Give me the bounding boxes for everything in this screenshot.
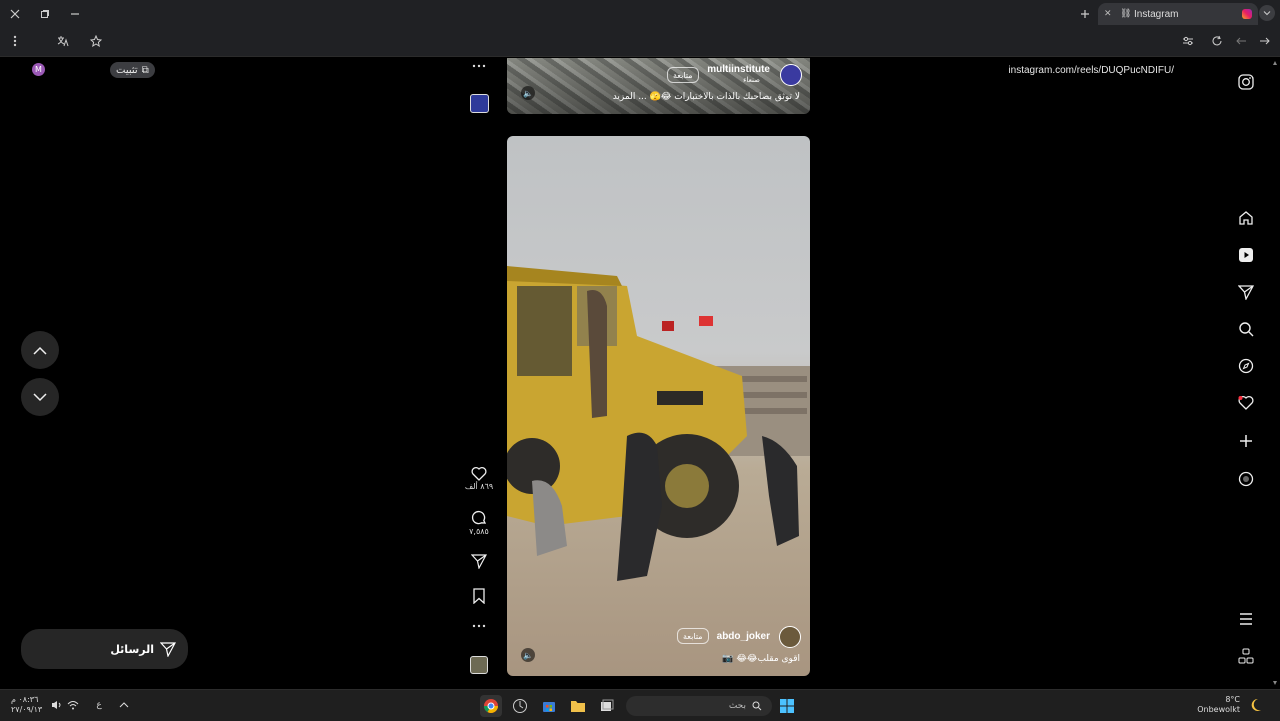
- send-icon: [160, 641, 176, 657]
- bookmark-icon: [473, 588, 485, 604]
- menu-dots-icon[interactable]: [8, 34, 22, 48]
- reel-previous-follow-button[interactable]: متابعة: [667, 67, 699, 83]
- reel-current-follow-button[interactable]: متابعة: [677, 628, 709, 644]
- weather-temperature: 8°C: [1225, 695, 1240, 704]
- more-options-button[interactable]: [464, 624, 494, 628]
- nav-explore-icon[interactable]: [1236, 356, 1256, 376]
- nav-reels-icon[interactable]: [1236, 245, 1256, 265]
- reel-current-caption[interactable]: اقوى مقلب😂😂 📷: [722, 654, 800, 664]
- share-button[interactable]: [464, 554, 494, 569]
- tab-search-chevron-icon[interactable]: [1259, 5, 1275, 21]
- reel-current[interactable]: abdo_joker متابعة اقوى مقلب😂😂 📷 🔈: [507, 136, 810, 676]
- instagram-favicon-icon: [1242, 9, 1252, 19]
- forward-arrow-icon[interactable]: [1258, 34, 1272, 48]
- page-scrollbar[interactable]: [1272, 58, 1278, 688]
- chevron-down-icon: [33, 392, 47, 401]
- translate-icon[interactable]: [56, 34, 70, 48]
- taskbar-file-explorer-icon[interactable]: [567, 695, 589, 717]
- comment-button[interactable]: ٧,٥٨٥: [464, 510, 494, 536]
- previous-reel-button[interactable]: [21, 331, 59, 369]
- reel-current-username[interactable]: abdo_joker: [717, 631, 770, 642]
- reel-previous[interactable]: multiinstitute صنعاء متابعة لا توثق بصاح…: [507, 58, 810, 114]
- minimize-window-icon[interactable]: [68, 7, 82, 21]
- search-icon: [752, 701, 762, 711]
- taskbar-store-icon[interactable]: [538, 695, 560, 717]
- profile-avatar[interactable]: M: [32, 63, 45, 76]
- taskbar-app-icon[interactable]: [509, 695, 531, 717]
- nav-profile-icon[interactable]: [1236, 469, 1256, 489]
- new-tab-icon[interactable]: [1078, 7, 1092, 21]
- taskbar-clock[interactable]: ٠٨:٣٦ م ٢٧/٠٩/١٣: [11, 695, 42, 715]
- restore-window-icon[interactable]: [38, 7, 52, 21]
- more-options-icon-previous[interactable]: [469, 60, 489, 72]
- tab-title: Instagram: [1134, 8, 1179, 20]
- taskbar-task-view-icon[interactable]: [596, 695, 618, 717]
- heart-icon: [471, 466, 487, 481]
- url-text[interactable]: instagram.com/reels/DUQPucNDIFU/: [1008, 65, 1174, 76]
- like-count: ٨٦٩ ألف: [464, 482, 494, 491]
- comment-count: ٧,٥٨٥: [469, 527, 489, 536]
- nav-more-menu-icon[interactable]: [1236, 609, 1256, 629]
- install-app-button[interactable]: تثبيت ⧉: [110, 62, 155, 78]
- install-icon: ⧉: [141, 64, 149, 76]
- volume-icon[interactable]: [51, 699, 63, 711]
- taskbar-search-box[interactable]: بحث: [626, 696, 772, 716]
- tab-instagram[interactable]: ✕ ⛓ Instagram: [1098, 3, 1258, 25]
- more-dots-icon: [472, 624, 486, 628]
- audio-thumbnail[interactable]: [464, 656, 494, 674]
- language-indicator[interactable]: ع: [93, 699, 105, 711]
- instagram-logo-icon[interactable]: [1236, 72, 1256, 92]
- reel-previous-avatar[interactable]: [780, 64, 802, 86]
- like-button[interactable]: ٨٦٩ ألف: [464, 466, 494, 491]
- back-arrow-icon[interactable]: [1234, 34, 1248, 48]
- comment-icon: [471, 510, 487, 525]
- clock-time: ٠٨:٣٦ م: [11, 695, 39, 704]
- browser-tab-bar: ✕ ⛓ Instagram: [0, 0, 1280, 28]
- moon-weather-icon: [1250, 697, 1266, 713]
- clock-date: ٢٧/٠٩/١٣: [11, 705, 43, 714]
- next-reel-button[interactable]: [21, 378, 59, 416]
- taskbar-search-placeholder: بحث: [728, 701, 746, 711]
- nav-create-icon[interactable]: [1236, 431, 1256, 451]
- close-window-icon[interactable]: [8, 7, 22, 21]
- messages-button[interactable]: الرسائل: [21, 629, 188, 669]
- nav-home-icon[interactable]: [1236, 208, 1256, 228]
- nav-messages-icon[interactable]: [1236, 282, 1256, 302]
- reel-video-frame: [507, 266, 810, 581]
- wifi-icon[interactable]: [67, 699, 79, 711]
- weather-condition: Onbewolkt: [1197, 705, 1240, 714]
- nav-also-from-meta-icon[interactable]: [1236, 646, 1256, 666]
- windows-start-icon[interactable]: [776, 695, 798, 717]
- tab-close-icon[interactable]: ✕: [1104, 9, 1116, 19]
- reel-current-mute-icon[interactable]: 🔈: [521, 648, 535, 662]
- save-button[interactable]: [464, 588, 494, 604]
- taskbar-weather[interactable]: 8°C Onbewolkt: [1197, 695, 1240, 715]
- reel-previous-mute-icon[interactable]: 🔈: [521, 86, 535, 100]
- reel-current-avatar[interactable]: [779, 626, 801, 648]
- messages-label: الرسائل: [110, 642, 154, 656]
- reload-icon[interactable]: [1210, 34, 1224, 48]
- reel-previous-caption[interactable]: لا توثق بصاحبك بالذات بالاختبارات 😂🫣 ...…: [613, 92, 800, 102]
- reel-previous-username[interactable]: multiinstitute: [707, 64, 770, 75]
- audio-thumbnail-image: [470, 656, 488, 674]
- reel-previous-location: صنعاء: [743, 76, 760, 84]
- taskbar-chrome-icon[interactable]: [480, 695, 502, 717]
- audio-thumbnail-previous[interactable]: [470, 94, 489, 113]
- nav-notifications-icon[interactable]: [1236, 393, 1256, 413]
- tray-overflow-chevron-icon[interactable]: [118, 699, 130, 711]
- send-icon: [471, 554, 487, 569]
- nav-search-icon[interactable]: [1236, 319, 1256, 339]
- link-icon: ⛓: [1120, 9, 1132, 19]
- taskbar: ٠٨:٣٦ م ٢٧/٠٩/١٣ ع بحث 8°C Onbewolkt: [0, 689, 1280, 721]
- site-settings-icon[interactable]: [1181, 34, 1195, 48]
- chevron-up-icon: [33, 346, 47, 355]
- bookmark-star-icon[interactable]: [89, 34, 103, 48]
- address-bar: M تثبيت ⧉ instagram.com/reels/DUQPucNDIF…: [0, 28, 1280, 78]
- install-label: تثبيت: [116, 64, 138, 76]
